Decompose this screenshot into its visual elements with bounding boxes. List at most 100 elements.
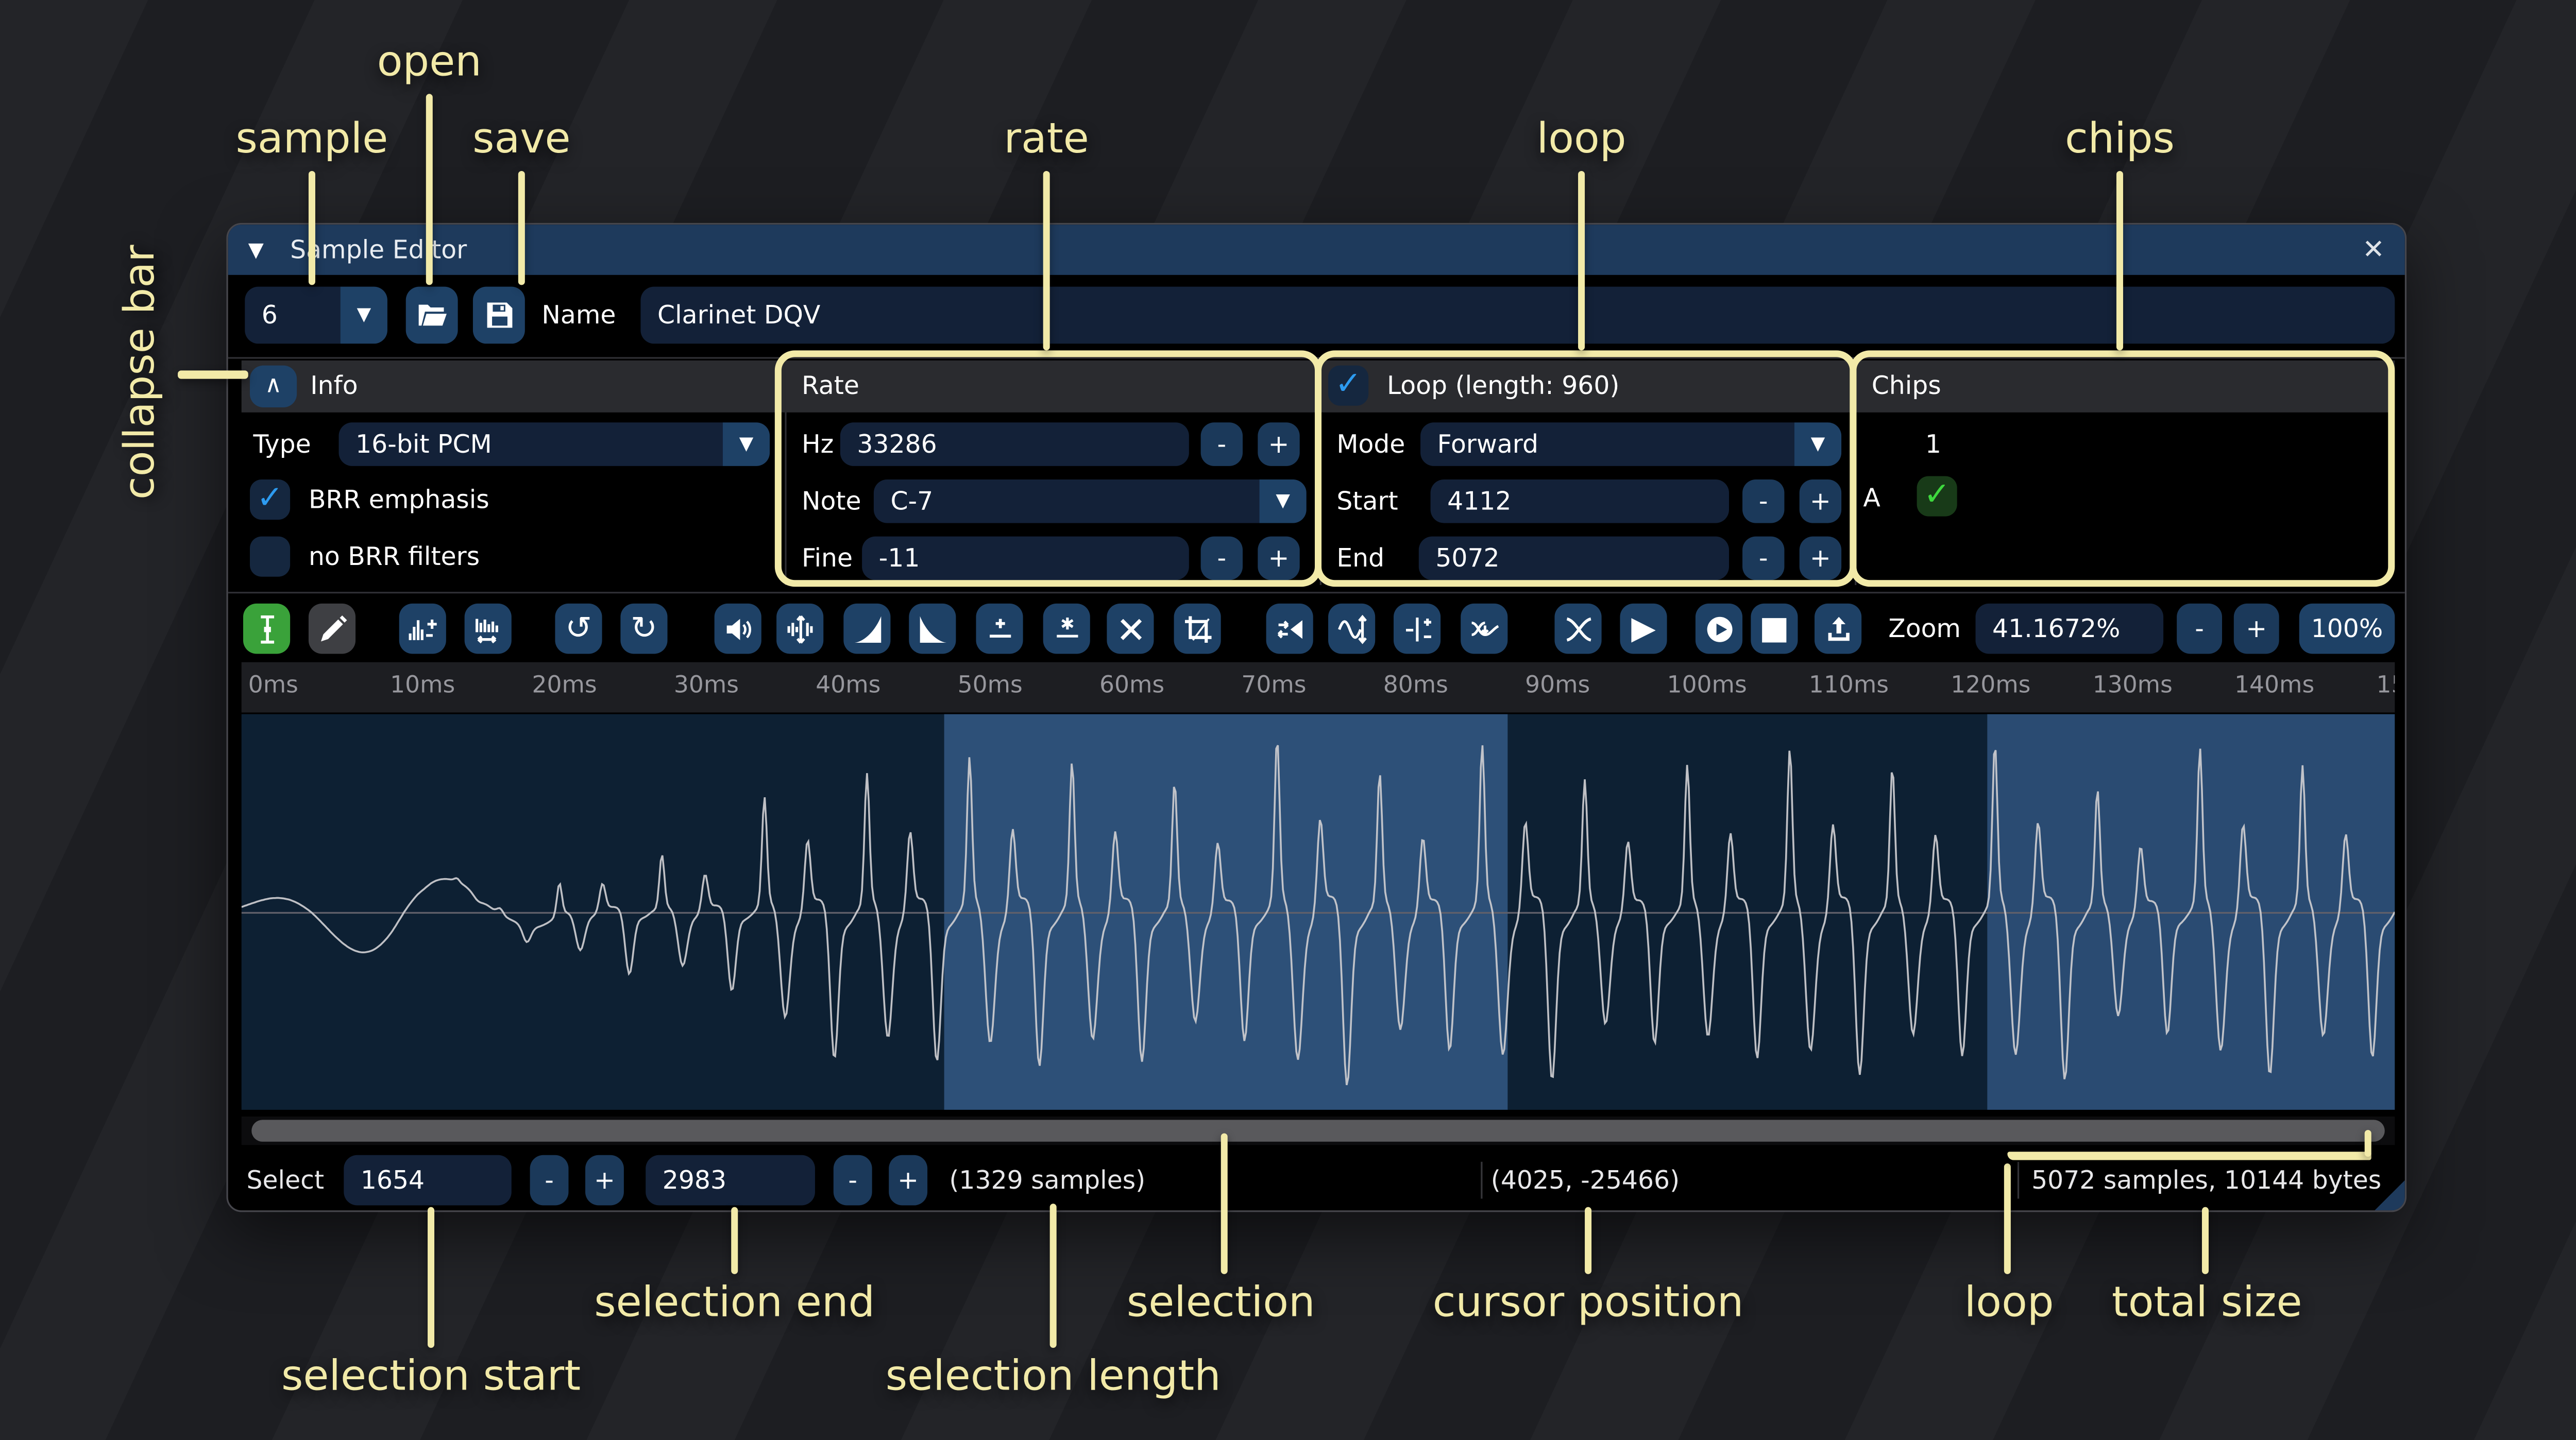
trim-button[interactable] <box>1174 604 1221 654</box>
ruler-tick-label: 10ms <box>390 672 455 699</box>
window-resize-grip[interactable] <box>2375 1180 2405 1211</box>
name-label: Name <box>541 294 616 337</box>
apply-silence-button[interactable] <box>1043 604 1090 654</box>
info-panel-title: Info <box>310 361 358 413</box>
open-sample-button[interactable] <box>406 287 458 344</box>
resize-button[interactable] <box>399 604 446 654</box>
loop-panel-header: Loop (length: 960) <box>1320 361 1855 413</box>
silence-star-icon <box>1050 613 1082 645</box>
loop-end-plus-button[interactable]: + <box>1800 537 1841 580</box>
status-divider <box>1481 1162 1482 1199</box>
redo-icon: ↻ <box>631 610 657 647</box>
zoom-reset-button[interactable]: 100% <box>2299 604 2395 654</box>
hz-input[interactable]: 33286 <box>840 422 1189 466</box>
invert-icon <box>1336 613 1368 645</box>
ruler-tick-label: 80ms <box>1383 672 1448 699</box>
loop-start-minus-button[interactable]: - <box>1742 479 1784 523</box>
selection-end-plus-button[interactable]: + <box>889 1155 927 1206</box>
undo-icon: ↺ <box>565 610 592 647</box>
preview-button[interactable]: ▶ <box>1620 604 1667 654</box>
fine-minus-button[interactable]: - <box>1201 537 1243 580</box>
status-divider <box>2018 1162 2019 1199</box>
window-collapse-icon[interactable]: ▼ <box>248 225 264 275</box>
zoom-input[interactable]: 41.1672% <box>1976 604 2164 654</box>
annotation-selection-start: selection start <box>281 1351 581 1400</box>
reverse-button[interactable] <box>1266 604 1313 654</box>
make-instrument-button[interactable] <box>1815 604 1861 654</box>
annotation-chips: chips <box>2065 114 2175 162</box>
annotation-sample: sample <box>235 114 388 162</box>
fade-out-button[interactable] <box>909 604 956 654</box>
loop-mode-select[interactable]: Forward ▼ <box>1420 422 1841 466</box>
annotation-selection-end: selection end <box>594 1277 875 1326</box>
rate-panel-title: Rate <box>802 361 859 413</box>
window-titlebar[interactable]: ▼ Sample Editor ✕ <box>228 225 2405 275</box>
fine-plus-button[interactable]: + <box>1258 537 1299 580</box>
normalize-icon <box>784 613 816 645</box>
selection-end-minus-button[interactable]: - <box>834 1155 872 1206</box>
brr-emphasis-checkbox[interactable]: ✓ <box>250 479 290 520</box>
apply-filter-button[interactable] <box>1461 604 1507 654</box>
note-select[interactable]: C-7 ▼ <box>874 479 1307 523</box>
undo-button[interactable]: ↺ <box>555 604 602 654</box>
annotation-line-cursor-position <box>1585 1207 1591 1274</box>
stop-preview-button[interactable]: ■ <box>1751 604 1798 654</box>
resample-button[interactable] <box>465 604 512 654</box>
collapse-bar-button[interactable]: ∧ <box>250 366 297 407</box>
speaker-icon <box>722 613 754 645</box>
stop-icon: ■ <box>1759 610 1789 647</box>
sample-type-value: 16-bit PCM <box>355 429 492 459</box>
signed-unsigned-button[interactable] <box>1394 604 1440 654</box>
hz-minus-button[interactable]: - <box>1201 422 1243 466</box>
invert-button[interactable] <box>1328 604 1375 654</box>
ruler-tick-label: 120ms <box>1951 672 2030 699</box>
fade-out-icon <box>917 613 948 645</box>
zoom-in-button[interactable]: + <box>2234 604 2279 654</box>
sample-selector[interactable]: 6 ▼ <box>245 287 387 344</box>
loop-start-input[interactable]: 4112 <box>1431 479 1729 523</box>
chevron-down-icon[interactable]: ▼ <box>723 422 770 466</box>
selection-start-minus-button[interactable]: - <box>530 1155 569 1206</box>
scrollbar-thumb[interactable] <box>251 1120 2384 1141</box>
amplify-button[interactable] <box>715 604 761 654</box>
loop-end-minus-button[interactable]: - <box>1742 537 1784 580</box>
loop-enable-checkbox[interactable]: ✓ <box>1328 366 1368 406</box>
chevron-down-icon[interactable]: ▼ <box>341 287 387 344</box>
waveform-trace <box>242 714 2395 1110</box>
chevron-down-icon[interactable]: ▼ <box>1794 422 1841 466</box>
zoom-out-button[interactable]: - <box>2177 604 2222 654</box>
no-brr-filters-checkbox[interactable] <box>250 537 290 577</box>
edit-mode-draw-button[interactable] <box>309 604 355 654</box>
crossfade-button[interactable] <box>1554 604 1601 654</box>
selection-end-input[interactable]: 2983 <box>646 1155 815 1206</box>
waveform-display[interactable] <box>242 714 2395 1110</box>
chip-column-header: 1 <box>1925 422 1941 466</box>
hz-plus-button[interactable]: + <box>1258 422 1299 466</box>
type-label: Type <box>253 422 311 466</box>
selection-start-plus-button[interactable]: + <box>585 1155 624 1206</box>
selection-start-input[interactable]: 1654 <box>344 1155 512 1206</box>
normalize-button[interactable] <box>776 604 823 654</box>
sample-type-select[interactable]: 16-bit PCM ▼ <box>339 422 770 466</box>
fade-in-button[interactable] <box>843 604 890 654</box>
save-sample-button[interactable] <box>473 287 525 344</box>
delete-button[interactable] <box>1107 604 1154 654</box>
chip-a-checkbox[interactable]: ✓ <box>1917 476 1957 516</box>
sample-name-input[interactable]: Clarinet DQV <box>640 287 2395 344</box>
annotation-selection: selection <box>1127 1277 1315 1326</box>
insert-silence-button[interactable] <box>976 604 1023 654</box>
play-note-button[interactable] <box>1696 604 1742 654</box>
edit-mode-select-button[interactable] <box>243 604 290 654</box>
timeline-ruler[interactable]: 0ms10ms20ms30ms40ms50ms60ms70ms80ms90ms1… <box>242 662 2395 713</box>
chevron-down-icon[interactable]: ▼ <box>1260 479 1307 523</box>
waveform-scrollbar[interactable] <box>242 1117 2395 1145</box>
reverse-icon <box>1274 613 1306 645</box>
close-icon[interactable]: ✕ <box>2362 225 2385 275</box>
fine-input[interactable]: -11 <box>862 537 1189 580</box>
chevron-up-icon: ∧ <box>265 372 282 399</box>
redo-button[interactable]: ↻ <box>620 604 667 654</box>
loop-start-plus-button[interactable]: + <box>1800 479 1841 523</box>
loop-end-input[interactable]: 5072 <box>1419 537 1729 580</box>
ruler-tick-label: 70ms <box>1241 672 1306 699</box>
annotation-loop-bottom: loop <box>1964 1277 2054 1326</box>
